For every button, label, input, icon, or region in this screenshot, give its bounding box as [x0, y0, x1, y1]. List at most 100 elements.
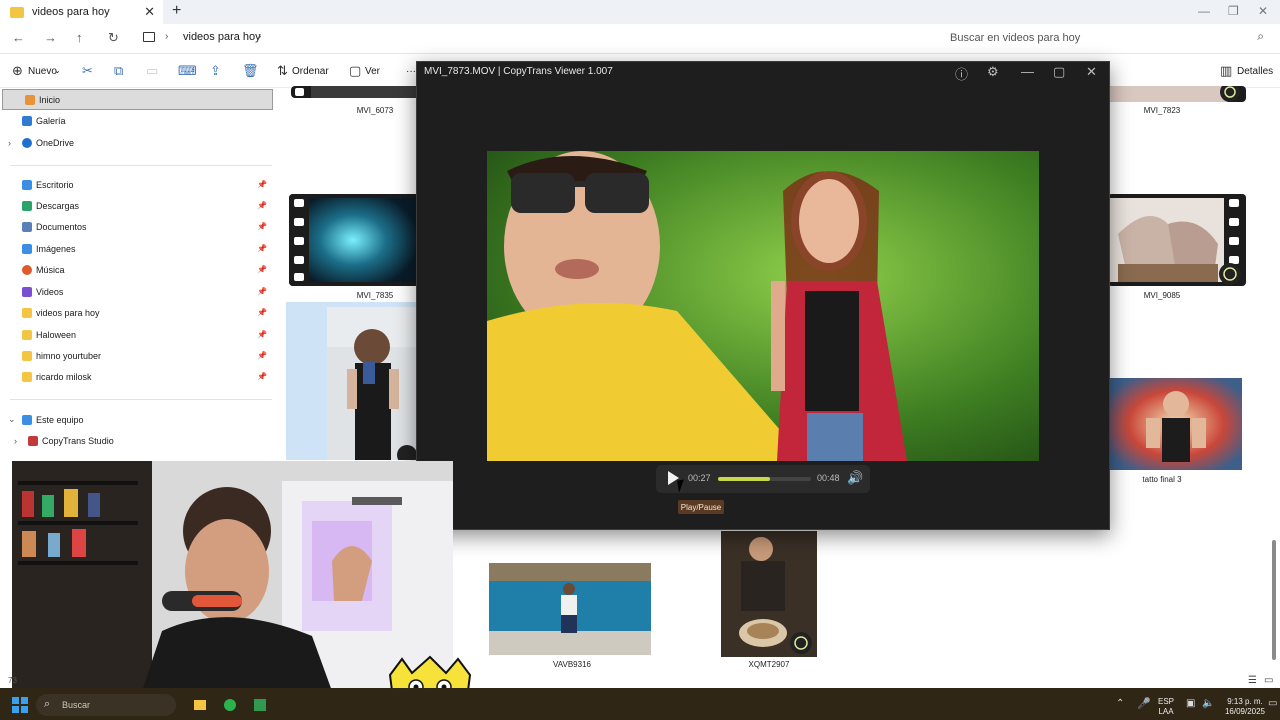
windows-start-icon[interactable] [12, 697, 28, 713]
document-icon [22, 221, 32, 232]
new-tab-button[interactable]: + [172, 2, 181, 20]
pin-icon: 📌 [257, 222, 267, 231]
delete-icon[interactable]: 🗑 [242, 63, 259, 79]
app-icon[interactable] [254, 699, 266, 711]
scrollbar[interactable] [1272, 540, 1276, 660]
search-input[interactable]: Buscar en videos para hoy ⌕ [942, 28, 1272, 48]
sidebar-item-galeria[interactable]: Galería [0, 110, 275, 131]
forward-icon[interactable]: → [44, 30, 57, 45]
file-name-xqmt2907[interactable]: XQMT2907 [724, 660, 814, 669]
volume-icon[interactable]: 🔊 [847, 470, 863, 486]
seek-bar-progress [718, 477, 771, 481]
details-button[interactable]: Detalles [1237, 66, 1273, 77]
rename-icon[interactable]: ⌨ [178, 63, 197, 79]
chevron-right-icon[interactable]: › [8, 138, 11, 148]
share-icon[interactable]: ⇪ [210, 63, 221, 79]
up-icon[interactable]: ↑ [76, 30, 83, 45]
sidebar-item-videos[interactable]: Videos 📌 [0, 281, 275, 302]
pin-icon: 📌 [257, 201, 267, 210]
pin-icon: 📌 [257, 244, 267, 253]
video-frame[interactable] [487, 151, 1039, 461]
tray-chevron-up-icon[interactable]: ⌃ [1116, 698, 1124, 709]
desktop-icon [22, 179, 32, 190]
restore-icon[interactable]: ❐ [1228, 4, 1239, 18]
sidebar-item-onedrive[interactable]: › OneDrive [0, 132, 275, 153]
language-indicator[interactable]: ESP LAA [1158, 697, 1174, 717]
videos-icon [22, 286, 32, 297]
new-chevron-icon[interactable]: ⌄ [54, 66, 61, 75]
more-options-button[interactable]: ··· [406, 66, 416, 77]
file-name-tatto-final-3[interactable]: tatto final 3 [1122, 475, 1202, 484]
maximize-icon[interactable]: ▢ [1053, 64, 1065, 80]
sidebar-item-descargas[interactable]: Descargas 📌 [0, 195, 275, 216]
view-button[interactable]: Ver [365, 66, 380, 77]
details-icon: ▥ [1220, 63, 1233, 78]
settings-icon[interactable]: ⚙ [987, 64, 999, 80]
file-name-mvi-7823[interactable]: MVI_7823 [1122, 106, 1202, 115]
file-explorer-icon[interactable] [194, 700, 206, 710]
thumbnail-selected-video[interactable] [327, 307, 418, 460]
thumbnail-vavb9316[interactable] [489, 563, 651, 655]
back-icon[interactable]: ← [12, 30, 25, 45]
notifications-icon[interactable]: ▭ [1268, 698, 1277, 709]
refresh-icon[interactable]: ↻ [108, 30, 119, 46]
breadcrumb-chevron-icon[interactable]: › [258, 31, 261, 42]
new-button[interactable]: Nuevo [28, 66, 57, 77]
sidebar-item-videos-para-hoy[interactable]: videos para hoy 📌 [0, 302, 275, 323]
sidebar-item-himno-yourtuber[interactable]: himno yourtuber 📌 [0, 345, 275, 366]
video-thumb [327, 307, 418, 460]
this-pc-icon[interactable] [143, 32, 155, 42]
sidebar-item-copytrans-studio[interactable]: › CopyTrans Studio [0, 430, 275, 451]
close-tab-icon[interactable]: ✕ [144, 4, 155, 20]
thumbnail-mvi-6073[interactable] [291, 86, 419, 98]
video-thumb [721, 531, 817, 657]
sidebar-item-imagenes[interactable]: Imágenes 📌 [0, 238, 275, 259]
help-icon[interactable]: ⓘ [955, 64, 968, 83]
thumbnail-mvi-9085[interactable] [1108, 194, 1246, 286]
sidebar-item-escritorio[interactable]: Escritorio 📌 [0, 174, 275, 195]
breadcrumb-separator-icon[interactable]: › [165, 31, 168, 42]
cut-icon[interactable]: ✂ [82, 63, 93, 79]
navigation-pane: Inicio Galería › OneDrive Escritorio 📌 D… [0, 88, 282, 460]
gallery-icon [22, 115, 32, 126]
pin-icon: 📌 [257, 180, 267, 189]
sidebar-item-ricardo-milosk[interactable]: ricardo milosk 📌 [0, 366, 275, 387]
close-icon[interactable]: ✕ [1086, 64, 1097, 80]
microphone-icon[interactable]: 🎤 [1137, 697, 1151, 710]
taskbar [0, 688, 1280, 720]
details-view-icon[interactable]: ☰ [1248, 675, 1257, 686]
file-name-mvi-7835[interactable]: MVI_7835 [330, 291, 420, 300]
sidebar-item-documentos[interactable]: Documentos 📌 [0, 216, 275, 237]
file-name-mvi-6073[interactable]: MVI_6073 [330, 106, 420, 115]
sidebar-item-musica[interactable]: Música 📌 [0, 259, 275, 280]
file-name-vavb9316[interactable]: VAVB9316 [527, 660, 617, 669]
breadcrumb[interactable]: videos para hoy [183, 31, 261, 43]
thumbnail-mvi-7835[interactable] [289, 194, 419, 286]
folder-icon [22, 329, 32, 340]
tab-videos-para-hoy[interactable]: videos para hoy ✕ [0, 0, 163, 24]
thumbnail-tatto-final-3[interactable] [1110, 378, 1242, 470]
minimize-icon[interactable]: — [1021, 64, 1034, 79]
chrome-icon[interactable] [224, 699, 236, 711]
chevron-right-icon[interactable]: › [14, 436, 17, 446]
volume-icon[interactable]: 🔈 [1202, 698, 1214, 709]
thumbnail-mvi-7823[interactable] [1108, 86, 1246, 102]
thumbnail-xqmt2907[interactable] [721, 531, 817, 657]
copy-icon[interactable]: ⧉ [114, 63, 123, 79]
sort-button[interactable]: Ordenar [292, 66, 329, 77]
sidebar-item-este-equipo[interactable]: ⌄ Este equipo [0, 409, 275, 430]
sidebar-item-haloween[interactable]: Haloween 📌 [0, 324, 275, 345]
music-icon [22, 264, 32, 275]
tiles-view-icon[interactable]: ▭ [1264, 675, 1273, 686]
minimize-icon[interactable]: — [1198, 4, 1210, 18]
chevron-down-icon[interactable]: ⌄ [8, 414, 16, 425]
close-window-icon[interactable]: ✕ [1258, 4, 1268, 18]
sidebar-item-inicio[interactable]: Inicio [2, 89, 273, 110]
network-icon[interactable]: ▣ [1186, 698, 1195, 709]
image-thumb [489, 563, 651, 655]
paste-icon[interactable]: ▭ [146, 63, 158, 79]
taskbar-search-input[interactable]: Buscar [36, 694, 176, 716]
clock[interactable]: 9:13 p. m. 16/09/2025 [1222, 697, 1268, 717]
images-icon [22, 243, 32, 254]
file-name-mvi-9085[interactable]: MVI_9085 [1122, 291, 1202, 300]
